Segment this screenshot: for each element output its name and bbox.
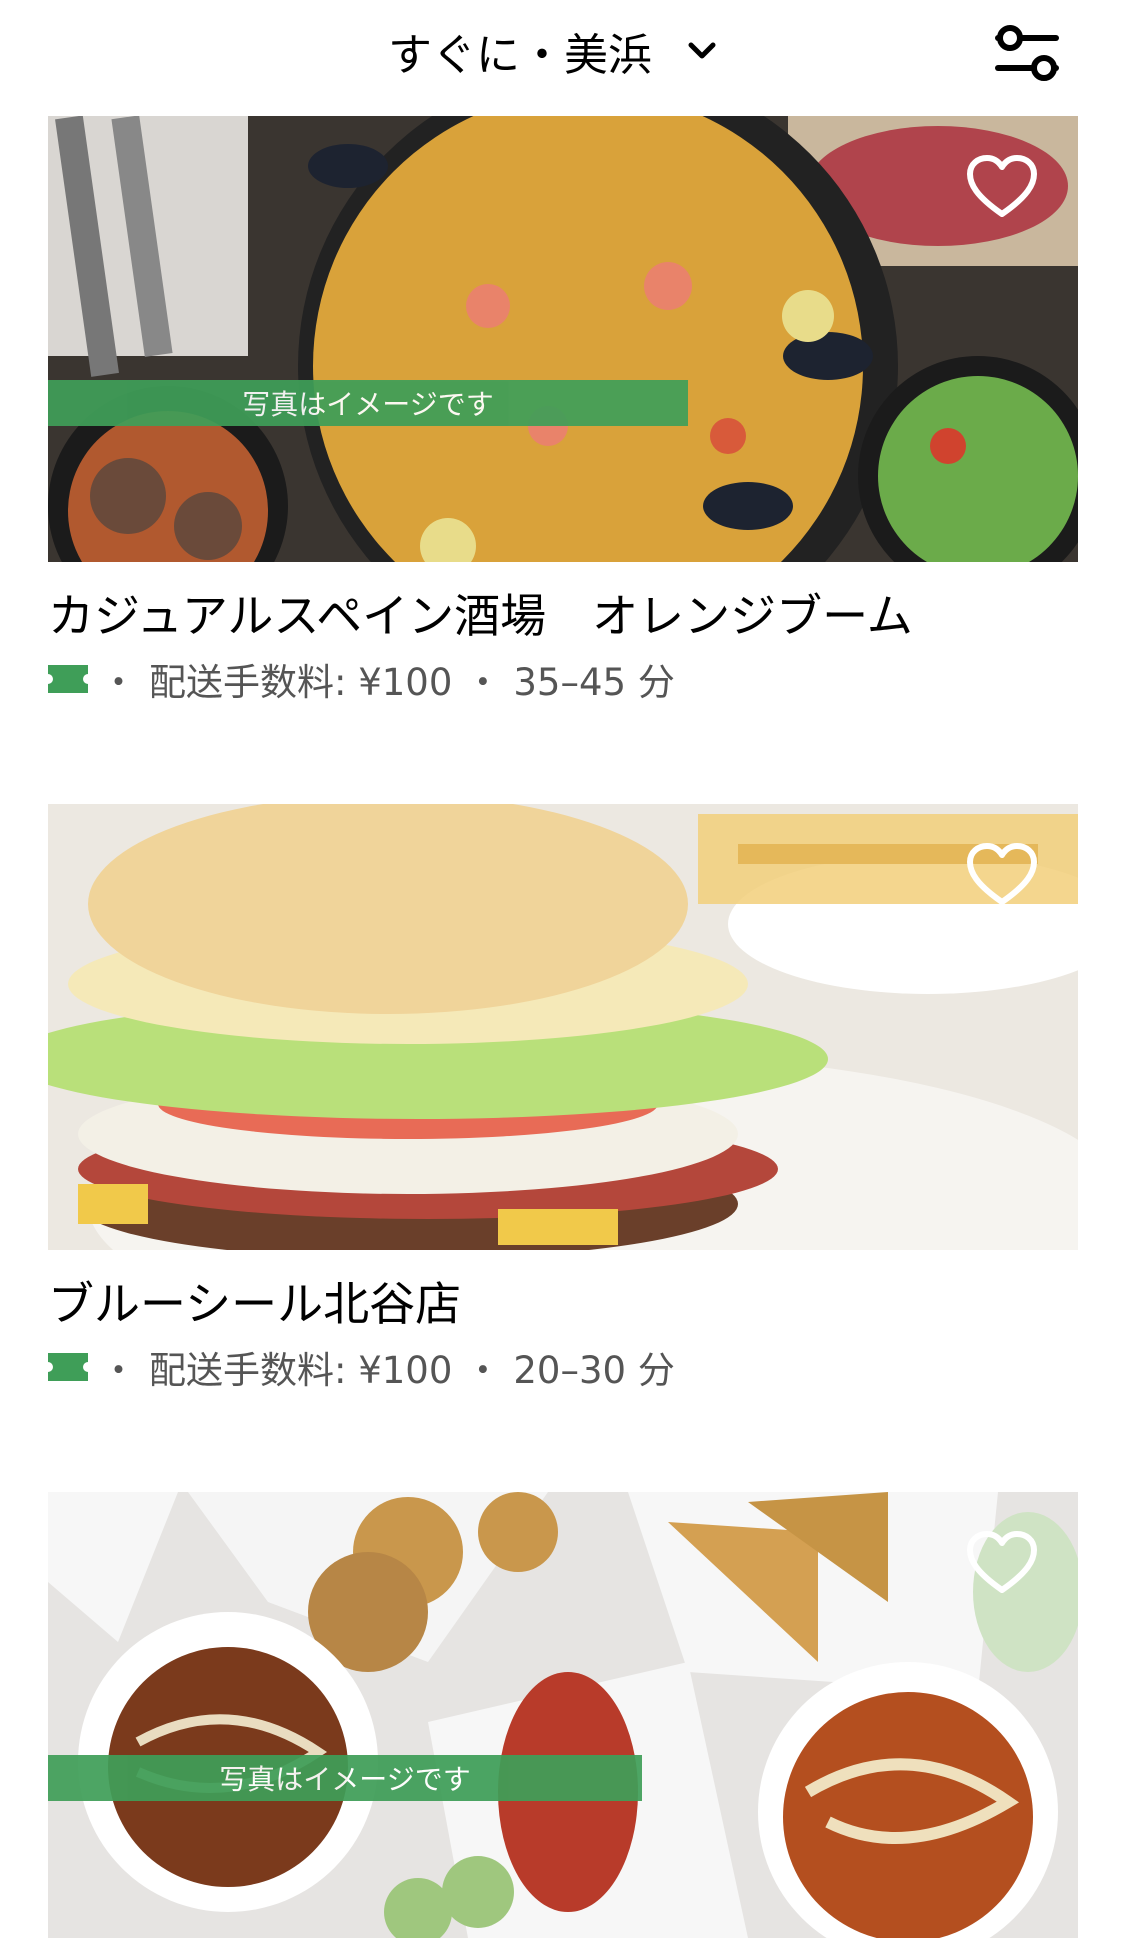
restaurant-meta: ・ 配送手数料: ¥100 ・ 20–30 分 bbox=[48, 1340, 1078, 1394]
heart-icon[interactable] bbox=[966, 842, 1038, 908]
restaurant-photo-burger[interactable] bbox=[48, 804, 1078, 1250]
image-note-banner: 写真はイメージです bbox=[48, 380, 688, 426]
curry-image bbox=[48, 1492, 1078, 1938]
image-note-banner: 写真はイメージです bbox=[48, 1755, 642, 1801]
chevron-down-icon bbox=[688, 42, 716, 59]
image-note-text: 写真はイメージです bbox=[219, 1763, 471, 1796]
location-selector[interactable]: すぐに・美浜 bbox=[388, 18, 718, 84]
ticket-icon bbox=[48, 665, 88, 693]
burger-image bbox=[48, 804, 1078, 1250]
restaurant-card[interactable]: ブルーシール北谷店 ・ 配送手数料: ¥100 ・ 20–30 分 bbox=[48, 804, 1078, 1394]
restaurant-name[interactable]: ブルーシール北谷店 bbox=[48, 1274, 1078, 1334]
top-bar: すぐに・美浜 bbox=[0, 0, 1125, 110]
restaurant-photo-curry[interactable]: 写真はイメージです bbox=[48, 1492, 1078, 1938]
restaurant-card[interactable]: 写真はイメージです カジュアルスペイン酒場 オレンジブーム ・ 配送手数料: ¥… bbox=[48, 116, 1078, 706]
separator-dot: ・ bbox=[100, 1349, 137, 1392]
restaurant-photo-paella[interactable]: 写真はイメージです bbox=[48, 116, 1078, 562]
separator-dot: ・ bbox=[464, 661, 502, 704]
paella-image bbox=[48, 116, 1078, 562]
delivery-fee: 配送手数料: ¥100 bbox=[149, 661, 453, 704]
separator-dot: ・ bbox=[464, 1349, 502, 1392]
heart-icon[interactable] bbox=[966, 154, 1038, 220]
heart-icon[interactable] bbox=[966, 1530, 1038, 1596]
delivery-eta: 20–30 分 bbox=[513, 1349, 675, 1392]
delivery-eta: 35–45 分 bbox=[513, 661, 675, 704]
ticket-icon bbox=[48, 1353, 88, 1381]
delivery-fee: 配送手数料: ¥100 bbox=[149, 1349, 453, 1392]
restaurant-name[interactable]: カジュアルスペイン酒場 オレンジブーム bbox=[48, 586, 1078, 646]
separator-dot: ・ bbox=[100, 661, 137, 704]
restaurant-card[interactable]: 写真はイメージです bbox=[48, 1492, 1078, 1938]
location-label: すぐに・美浜 bbox=[388, 30, 652, 81]
filter-sliders-icon[interactable] bbox=[992, 18, 1062, 88]
image-note-text: 写真はイメージです bbox=[242, 388, 494, 421]
restaurant-meta: ・ 配送手数料: ¥100 ・ 35–45 分 bbox=[48, 652, 1078, 706]
